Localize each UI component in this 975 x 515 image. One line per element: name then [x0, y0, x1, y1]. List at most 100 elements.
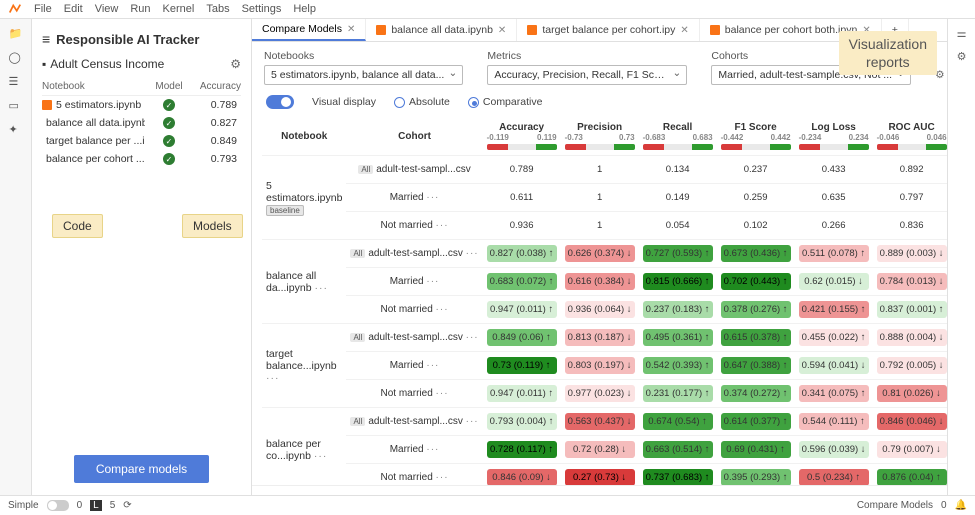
circle-icon[interactable]: ◯: [9, 51, 23, 65]
notebook-row[interactable]: balance all data.ipynb ✓ 0.827: [42, 114, 241, 132]
menu-settings[interactable]: Settings: [242, 3, 282, 15]
tab[interactable]: Compare Models✕: [252, 19, 366, 41]
callout-code: Code: [52, 214, 103, 238]
close-icon[interactable]: ✕: [498, 25, 506, 36]
gear-icon[interactable]: ⚙: [957, 50, 967, 63]
th-cohort: Cohort: [346, 117, 482, 156]
th-metric[interactable]: Recall-0.6830.683: [639, 117, 717, 156]
close-icon[interactable]: ✕: [680, 25, 688, 36]
metric-cell: 0.594 (0.041) ↓: [795, 352, 873, 380]
simple-toggle[interactable]: [47, 500, 69, 511]
visual-display-toggle[interactable]: [266, 95, 294, 109]
cohort-cell: Married ···: [346, 352, 482, 380]
notebook-filename: balance all data.ipynb: [46, 117, 145, 129]
more-icon[interactable]: ···: [266, 372, 280, 384]
tab[interactable]: balance all data.ipynb ✕: [366, 19, 517, 41]
metric-cell: 0.054: [639, 212, 717, 240]
menu-view[interactable]: View: [95, 3, 119, 15]
menu-help[interactable]: Help: [293, 3, 316, 15]
metric-cell: 0.27 (0.73) ↓: [561, 464, 639, 486]
more-icon[interactable]: ···: [466, 248, 479, 259]
comparative-radio[interactable]: [468, 97, 479, 108]
more-icon[interactable]: ···: [426, 360, 439, 371]
metric-cell: 0.635: [795, 184, 873, 212]
more-icon[interactable]: ···: [466, 332, 479, 343]
project-name[interactable]: ▪ Adult Census Income: [42, 57, 164, 71]
bell-icon[interactable]: 🔔: [955, 500, 967, 511]
mode-row: Visual display Absolute Comparative: [252, 93, 947, 117]
comparative-label: Comparative: [483, 96, 543, 108]
metric-cell: 0.815 (0.666) ↑: [639, 268, 717, 296]
cohort-cell: Not married ···: [346, 212, 482, 240]
absolute-radio[interactable]: [394, 97, 405, 108]
th-metric[interactable]: ROC AUC-0.0460.046: [873, 117, 947, 156]
metric-cell: 0.663 (0.514) ↑: [639, 436, 717, 464]
menu-run[interactable]: Run: [130, 3, 150, 15]
more-icon[interactable]: ···: [426, 192, 439, 203]
project-gear-icon[interactable]: ⚙: [230, 57, 241, 71]
more-icon[interactable]: ···: [436, 220, 449, 231]
folder-small-icon: ▪: [42, 57, 46, 71]
metric-cell: 0.69 (0.431) ↑: [717, 436, 795, 464]
notebook-accuracy: 0.849: [193, 135, 241, 147]
more-icon[interactable]: ···: [314, 450, 328, 462]
notebook-row[interactable]: target balance per ...ipynb ✓ 0.849: [42, 132, 241, 150]
cohort-cell: Alladult-test-sampl...csv ···: [346, 324, 482, 352]
notebook-row[interactable]: balance per cohort ...ipynb ✓ 0.793: [42, 150, 241, 168]
content-area: Compare Models✕balance all data.ipynb✕ta…: [252, 19, 947, 495]
notebook-row[interactable]: 5 estimators.ipynb ✓ 0.789: [42, 96, 241, 114]
menu-file[interactable]: File: [34, 3, 52, 15]
metric-cell: 0.727 (0.593) ↑: [639, 240, 717, 268]
notebook-accuracy: 0.827: [193, 117, 241, 129]
metrics-dropdown[interactable]: Accuracy, Precision, Recall, F1 Score...: [487, 65, 687, 85]
sliders-icon[interactable]: ⚌: [957, 27, 967, 40]
more-icon[interactable]: ···: [426, 444, 439, 455]
metric-cell: 0.846 (0.09) ↓: [483, 464, 561, 486]
th-metric[interactable]: Precision-0.730.73: [561, 117, 639, 156]
metric-cell: 0.792 (0.005) ↓: [873, 352, 947, 380]
left-panel: ≡ Responsible AI Tracker ▪ Adult Census …: [32, 19, 252, 495]
close-icon[interactable]: ✕: [347, 24, 355, 35]
status-sync-icon[interactable]: ⟳: [123, 500, 131, 511]
metric-cell: 0.5 (0.234) ↑: [795, 464, 873, 486]
metric-cell: 0.615 (0.378) ↑: [717, 324, 795, 352]
metric-cell: 0.544 (0.111) ↑: [795, 408, 873, 436]
menu-tabs[interactable]: Tabs: [206, 3, 229, 15]
more-icon[interactable]: ···: [436, 472, 449, 483]
notebooks-label: Notebooks: [264, 50, 463, 62]
app-logo-icon: [8, 2, 22, 16]
metric-cell: 0.62 (0.015) ↓: [795, 268, 873, 296]
list-icon[interactable]: ☰: [9, 75, 23, 89]
compare-models-button[interactable]: Compare models: [74, 455, 209, 483]
metric-cell: 0.614 (0.377) ↑: [717, 408, 795, 436]
notebook-icon: [42, 100, 52, 110]
table-row: Married ···0.73 (0.119) ↑0.803 (0.197) ↓…: [262, 352, 947, 380]
metric-cell: 0.947 (0.011) ↑: [483, 380, 561, 408]
metric-cell: 0.827 (0.038) ↑: [483, 240, 561, 268]
menu-kernel[interactable]: Kernel: [163, 3, 195, 15]
more-icon[interactable]: ···: [436, 304, 449, 315]
paper-icon[interactable]: ▭: [9, 99, 23, 113]
extensions-icon[interactable]: ✦: [9, 123, 23, 137]
hamburger-icon[interactable]: ≡: [42, 31, 50, 47]
metric-cell: 0.72 (0.28) ↓: [561, 436, 639, 464]
metric-cell: 0.616 (0.384) ↓: [561, 268, 639, 296]
th-metric[interactable]: Log Loss-0.2340.234: [795, 117, 873, 156]
metric-cell: 0.237 (0.183) ↑: [639, 296, 717, 324]
more-icon[interactable]: ···: [426, 276, 439, 287]
cohort-cell: Married ···: [346, 436, 482, 464]
more-icon[interactable]: ···: [466, 416, 479, 427]
th-metric[interactable]: F1 Score-0.4420.442: [717, 117, 795, 156]
folder-icon[interactable]: 📁: [9, 27, 23, 41]
more-icon[interactable]: ···: [314, 282, 328, 294]
more-icon[interactable]: ···: [436, 388, 449, 399]
tab[interactable]: target balance per cohort.ipy✕: [517, 19, 699, 41]
th-metric[interactable]: Accuracy-0.1190.119: [483, 117, 561, 156]
right-sidebar: ⚌ ⚙: [947, 19, 975, 495]
tab-label: balance all data.ipynb: [391, 24, 493, 36]
menu-edit[interactable]: Edit: [64, 3, 83, 15]
notebooks-dropdown[interactable]: 5 estimators.ipynb, balance all data...: [264, 65, 463, 85]
horizontal-scrollbar[interactable]: [252, 485, 947, 495]
metric-cell: 0.702 (0.443) ↑: [717, 268, 795, 296]
cohort-cell: Not married ···: [346, 296, 482, 324]
